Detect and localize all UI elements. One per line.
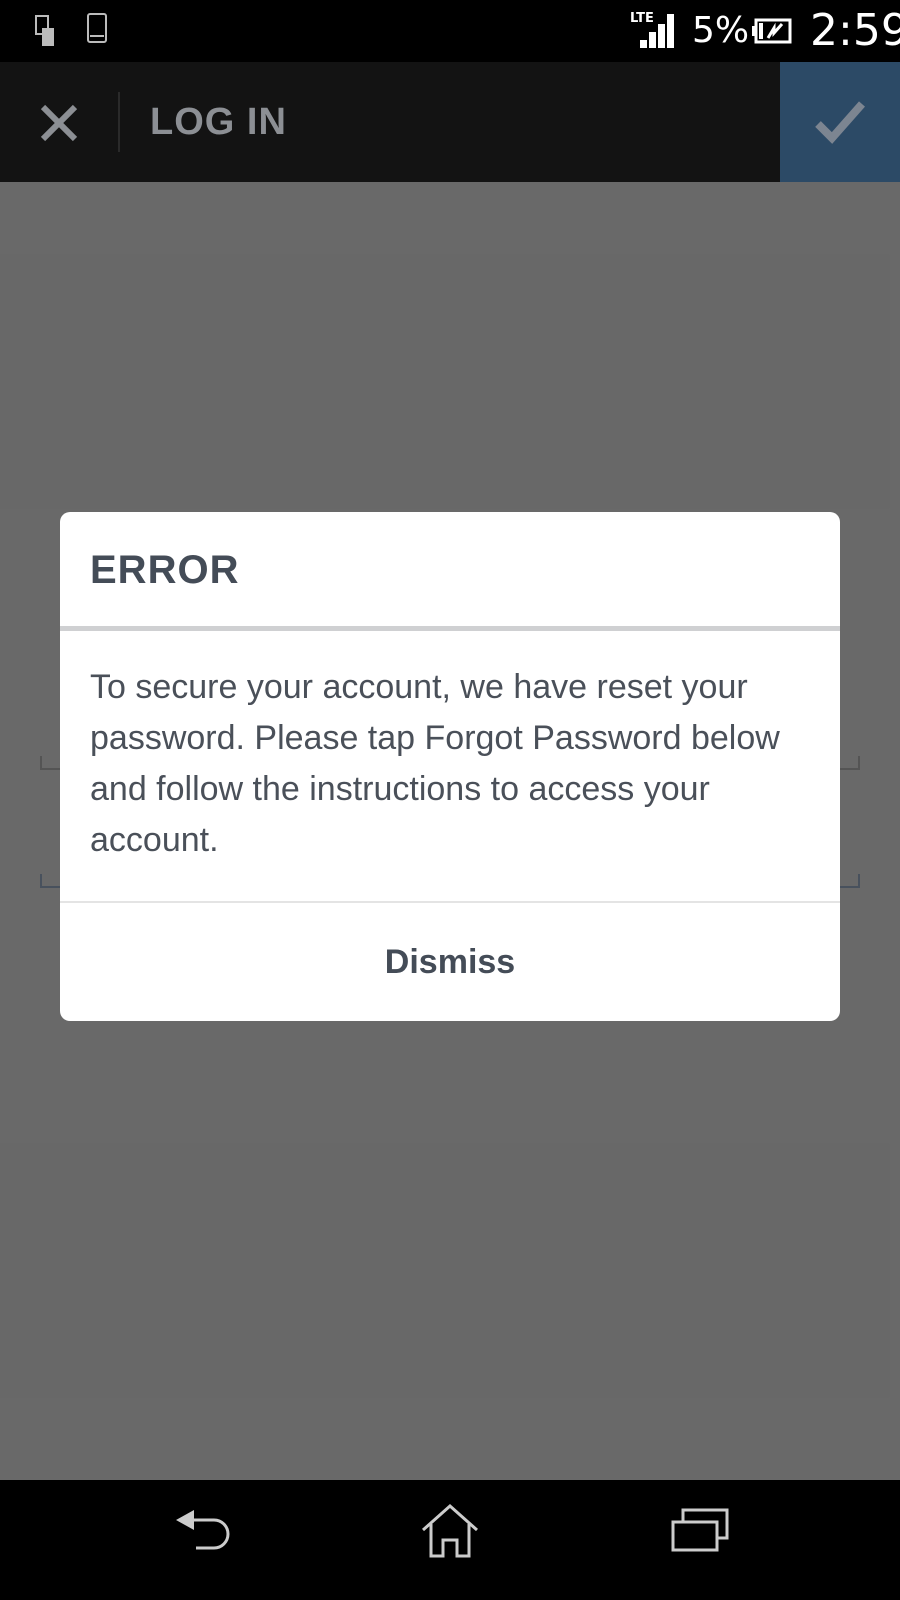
home-icon xyxy=(422,1503,478,1558)
battery-charging-icon xyxy=(752,18,792,44)
dialog-title: ERROR xyxy=(90,548,240,592)
close-icon xyxy=(40,104,78,142)
back-button[interactable] xyxy=(146,1500,256,1580)
lte-signal-icon: LTE xyxy=(630,11,674,48)
app-bar-divider xyxy=(118,92,120,152)
navigation-bar xyxy=(0,1480,900,1600)
clock: 2:59 xyxy=(810,5,900,56)
dismiss-button[interactable]: Dismiss xyxy=(60,903,840,1021)
dialog-title-divider xyxy=(60,626,840,631)
dialog-message: To secure your account, we have reset yo… xyxy=(90,668,780,859)
home-button[interactable] xyxy=(395,1500,505,1580)
network-type-label: LTE xyxy=(630,11,654,26)
phone-icon xyxy=(87,13,107,43)
app-bar: LOG IN xyxy=(0,62,900,182)
recent-apps-icon xyxy=(671,1508,729,1552)
confirm-button[interactable] xyxy=(780,62,900,182)
battery-percent: 5% xyxy=(692,10,750,51)
back-icon xyxy=(176,1510,230,1550)
recent-apps-button[interactable] xyxy=(645,1500,755,1580)
close-button[interactable] xyxy=(0,62,118,182)
checkmark-icon xyxy=(815,101,865,144)
status-bar: LTE 5% 2:59 xyxy=(0,0,900,62)
page-title: LOG IN xyxy=(150,101,287,143)
sd-card-icon xyxy=(35,15,54,46)
error-dialog: ERROR To secure your account, we have re… xyxy=(60,512,840,1021)
